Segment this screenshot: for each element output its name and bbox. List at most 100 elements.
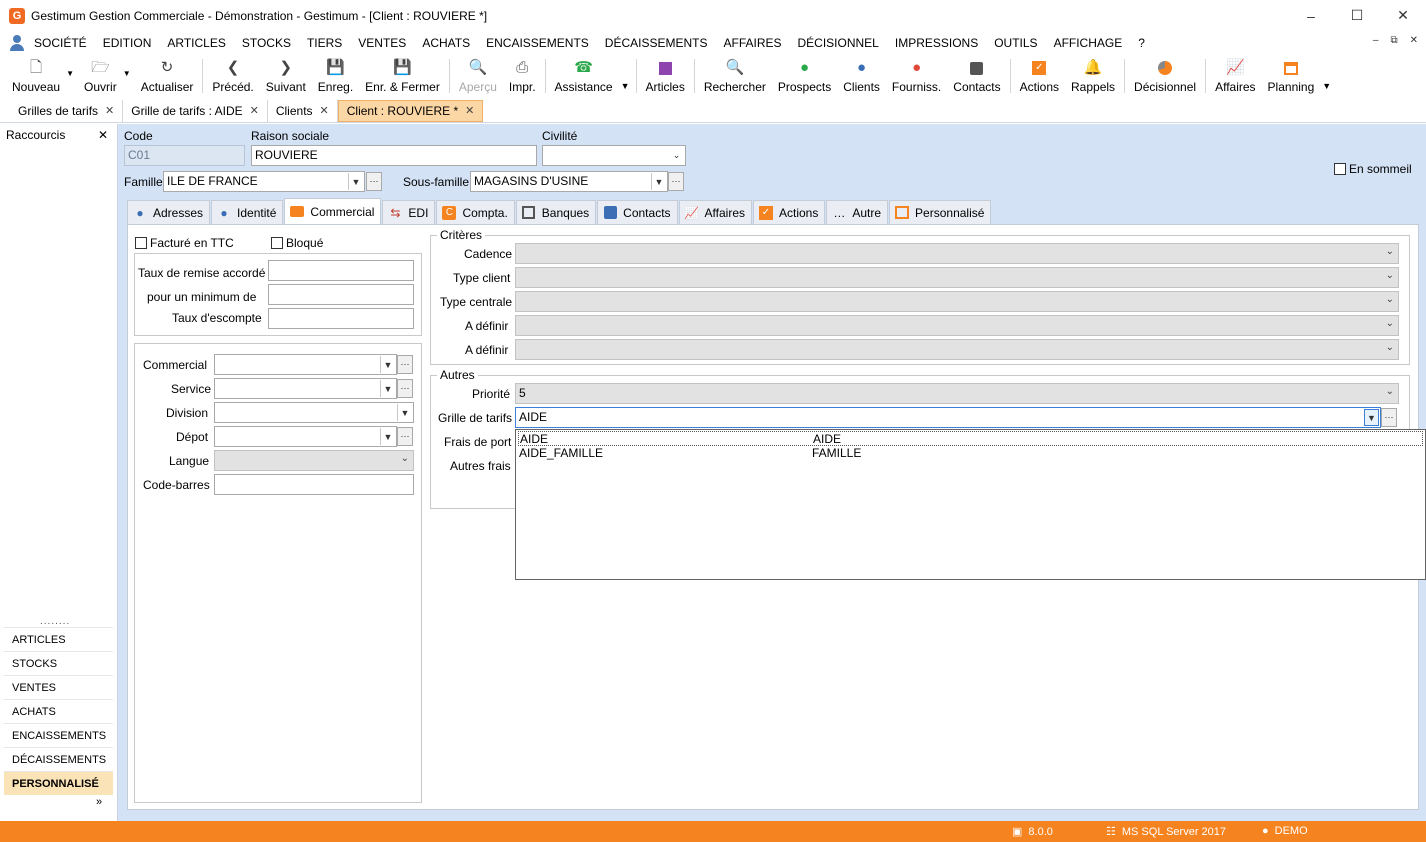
menu-help[interactable]: ? (1130, 36, 1153, 50)
enregistrer-button[interactable]: 💾 Enreg. (312, 55, 359, 97)
menu-edition[interactable]: Edition (95, 36, 160, 50)
doc-tab-grille-aide[interactable]: Grille de tarifs : AIDE ✕ (123, 99, 268, 122)
depot-lookup-button[interactable]: ⋯ (397, 427, 413, 446)
tab-banques[interactable]: Banques (515, 200, 597, 224)
ouvrir-button[interactable]: 🗁 Ouvrir ▼ (78, 55, 135, 97)
nouveau-button[interactable]: 🗋 Nouveau ▼ (6, 55, 78, 97)
menu-impressions[interactable]: Impressions (887, 36, 986, 50)
menu-articles[interactable]: Articles (159, 36, 233, 50)
tab-edi[interactable]: ⇆ EDI (382, 200, 436, 224)
close-button[interactable]: ✕ (1380, 0, 1426, 31)
minimize-button[interactable]: – (1288, 0, 1334, 31)
a-definir-2-select[interactable]: ⌄ (515, 339, 1399, 360)
mdi-restore-icon[interactable]: ⧉ (1390, 35, 1397, 46)
menu-encaissements[interactable]: Encaissements (478, 36, 597, 50)
code-barres-field[interactable] (214, 474, 414, 495)
chevron-down-icon[interactable]: ▼ (380, 380, 395, 397)
menu-decaissements[interactable]: Décaissements (597, 36, 716, 50)
doc-tab-grilles-tarifs[interactable]: Grilles de tarifs ✕ (10, 99, 124, 122)
en-sommeil-checkbox[interactable] (1334, 163, 1346, 175)
chevron-down-icon[interactable]: ⌄ (1386, 246, 1394, 257)
menu-societe[interactable]: Société (24, 36, 95, 50)
a-definir-1-select[interactable]: ⌄ (515, 315, 1399, 336)
prospects-button[interactable]: ● Prospects (772, 55, 837, 97)
close-panel-icon[interactable]: ✕ (98, 128, 108, 142)
menu-stocks[interactable]: Stocks (234, 36, 299, 50)
shortcut-encaissements[interactable]: ENCAISSEMENTS (4, 723, 113, 747)
decisionnel-button[interactable]: Décisionnel (1128, 55, 1202, 97)
chevron-down-icon[interactable]: ▼ (123, 69, 131, 78)
chevron-down-icon[interactable]: ⌄ (1386, 270, 1394, 281)
tab-actions[interactable]: ✓ Actions (753, 200, 826, 224)
tab-commercial[interactable]: Commercial (284, 198, 382, 224)
civilite-select[interactable]: ⌄ (542, 145, 686, 166)
commercial-select[interactable]: ▼ (214, 354, 397, 375)
cadence-select[interactable]: ⌄ (515, 243, 1399, 264)
grille-tarifs-lookup-button[interactable]: ⋯ (1381, 408, 1397, 427)
articles-button[interactable]: Articles (640, 55, 691, 97)
shortcut-personnalise[interactable]: PERSONNALISÉ (4, 771, 113, 795)
doc-tab-clients[interactable]: Clients ✕ (268, 99, 338, 122)
minimum-field[interactable] (268, 284, 414, 305)
menu-outils[interactable]: Outils (986, 36, 1045, 50)
menu-ventes[interactable]: Ventes (350, 36, 414, 50)
shortcut-decaissements[interactable]: DÉCAISSEMENTS (4, 747, 113, 771)
menu-tiers[interactable]: Tiers (299, 36, 350, 50)
planning-button[interactable]: Planning (1262, 55, 1321, 97)
toolbar-overflow-icon[interactable]: ▼ (1322, 81, 1331, 91)
mdi-close-icon[interactable]: ✕ (1410, 35, 1418, 46)
famille-lookup-button[interactable]: ⋯ (366, 172, 382, 191)
langue-select[interactable]: ⌄ (214, 450, 414, 471)
assistance-button[interactable]: ☎ Assistance (549, 55, 619, 97)
tab-identite[interactable]: ● Identité (211, 200, 284, 224)
chevron-down-icon[interactable]: ▼ (1364, 409, 1379, 426)
user-icon[interactable] (10, 35, 24, 51)
rechercher-button[interactable]: 🔍 Rechercher (698, 55, 772, 97)
menu-decisionnel[interactable]: Décisionnel (790, 36, 887, 50)
taux-remise-field[interactable] (268, 260, 414, 281)
affaires-button[interactable]: 📈 Affaires (1209, 55, 1261, 97)
enregistrer-fermer-button[interactable]: 💾 Enr. & Fermer (359, 55, 446, 97)
suivant-button[interactable]: ❯ Suivant (260, 55, 312, 97)
bloque-checkbox[interactable] (271, 237, 283, 249)
chevron-down-icon[interactable]: ⌄ (1386, 342, 1394, 353)
close-tab-icon[interactable]: ✕ (320, 104, 329, 117)
division-select[interactable]: ▼ (214, 402, 414, 423)
menu-affichage[interactable]: Affichage (1046, 36, 1131, 50)
close-tab-icon[interactable]: ✕ (105, 104, 114, 117)
apercu-button[interactable]: 🔍 Aperçu (453, 55, 503, 97)
actions-button[interactable]: ✓ Actions (1014, 55, 1065, 97)
menu-affaires[interactable]: Affaires (715, 36, 789, 50)
priorite-select[interactable]: 5 ⌄ (515, 383, 1399, 404)
chevron-down-icon[interactable]: ▼ (66, 69, 74, 78)
sous-famille-lookup-button[interactable]: ⋯ (668, 172, 684, 191)
chevron-down-icon[interactable]: ⌄ (1386, 318, 1394, 329)
list-item[interactable]: AIDE_FAMILLE FAMILLE (518, 446, 1423, 461)
commercial-lookup-button[interactable]: ⋯ (397, 355, 413, 374)
fournisseurs-button[interactable]: ● Fourniss. (886, 55, 947, 97)
toolbar-overflow-icon[interactable]: ▼ (621, 81, 630, 91)
list-item[interactable]: AIDE AIDE (518, 431, 1423, 446)
imprimer-button[interactable]: ⎙ Impr. (503, 55, 542, 97)
contacts-button[interactable]: Contacts (947, 55, 1006, 97)
chevron-down-icon[interactable]: ⌄ (1386, 294, 1394, 305)
chevron-down-icon[interactable]: ▼ (380, 428, 395, 445)
rappels-button[interactable]: 🔔 Rappels (1065, 55, 1121, 97)
shortcut-ventes[interactable]: VENTES (4, 675, 113, 699)
raison-sociale-field[interactable]: ROUVIERE (251, 145, 537, 166)
service-lookup-button[interactable]: ⋯ (397, 379, 413, 398)
doc-tab-client-rouviere[interactable]: Client : ROUVIERE * ✕ (337, 99, 484, 122)
chevron-down-icon[interactable]: ⌄ (401, 453, 409, 464)
escompte-field[interactable] (268, 308, 414, 329)
close-tab-icon[interactable]: ✕ (250, 104, 259, 117)
shortcut-articles[interactable]: ARTICLES (4, 627, 113, 651)
tab-adresses[interactable]: ● Adresses (127, 200, 211, 224)
type-centrale-select[interactable]: ⌄ (515, 291, 1399, 312)
type-client-select[interactable]: ⌄ (515, 267, 1399, 288)
maximize-button[interactable]: ☐ (1334, 0, 1380, 31)
sous-famille-select[interactable]: MAGASINS D'USINE ▼ (470, 171, 668, 192)
code-field[interactable]: C01 (124, 145, 245, 166)
precedent-button[interactable]: ❮ Précéd. (206, 55, 259, 97)
chevron-down-icon[interactable]: ⌄ (669, 147, 684, 164)
menu-achats[interactable]: Achats (414, 36, 478, 50)
